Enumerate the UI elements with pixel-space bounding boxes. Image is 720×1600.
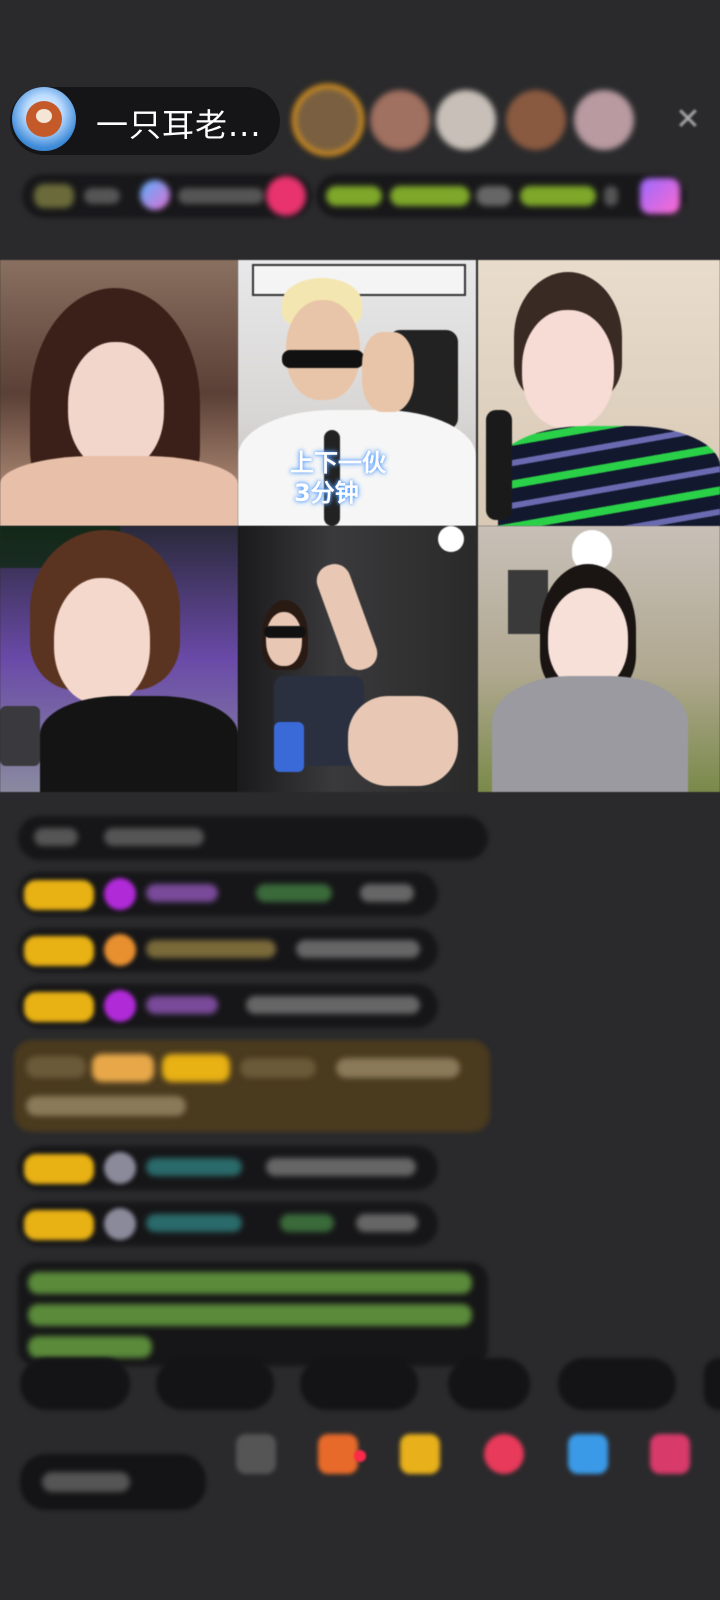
chat-text: [26, 1056, 86, 1078]
chat-username: [146, 1158, 242, 1176]
chat-username: [146, 1214, 242, 1232]
video-cell-5[interactable]: [238, 526, 476, 792]
chat-text: [356, 1214, 418, 1232]
black-top: [40, 696, 238, 792]
striped-sweater: [498, 426, 720, 526]
viewer-avatar-1[interactable]: [292, 84, 364, 156]
heart-button[interactable]: [266, 176, 306, 216]
subtitle-text: 上下一伙 3分钟: [290, 448, 386, 508]
game-icon[interactable]: [568, 1434, 608, 1474]
viewer-avatar-4[interactable]: [506, 90, 566, 150]
diamond-icon: [104, 990, 136, 1022]
host-name[interactable]: 一只耳老...: [96, 100, 262, 146]
viewer-avatar-2[interactable]: [370, 90, 430, 150]
user-level-badge: [24, 1210, 94, 1240]
chat-username: [146, 996, 218, 1014]
green-tag-2: [390, 186, 470, 206]
heart-gift-icon[interactable]: [484, 1434, 524, 1474]
wall-painting: [252, 264, 466, 296]
user-avatar-icon: [104, 1152, 136, 1184]
green-tag-3: [520, 186, 596, 206]
grey-sweater: [492, 676, 688, 792]
face-shape: [54, 578, 150, 704]
face-shape: [522, 310, 614, 428]
video-cell-6[interactable]: [478, 526, 720, 792]
chat-text: [266, 1158, 416, 1176]
chevron-right-icon: [604, 186, 618, 206]
chat-text: [104, 828, 204, 846]
video-cell-4[interactable]: [0, 526, 238, 792]
ceiling-light: [438, 526, 464, 552]
chat-message-highlight[interactable]: [14, 1040, 490, 1132]
chat-text: [296, 940, 420, 958]
viewer-avatar-5[interactable]: [574, 90, 634, 150]
more-gifts-icon[interactable]: [650, 1434, 690, 1474]
emoji-icon[interactable]: [236, 1434, 276, 1474]
quick-reply-4[interactable]: [448, 1358, 530, 1410]
avatar-bird-image: [26, 101, 62, 137]
rank-text: [178, 188, 264, 204]
sunglasses: [282, 350, 364, 368]
video-cell-1[interactable]: [0, 260, 238, 526]
gift-box-icon[interactable]: [318, 1434, 358, 1474]
face-shape: [68, 342, 164, 470]
host-avatar[interactable]: [12, 87, 76, 151]
sunglasses: [264, 626, 306, 638]
quick-reply-3[interactable]: [300, 1358, 418, 1410]
microphone: [0, 706, 40, 766]
green-tag-1: [326, 186, 382, 206]
face-shape: [266, 612, 302, 666]
diamond-icon: [104, 878, 136, 910]
close-icon[interactable]: ✕: [672, 104, 704, 136]
chat-username: [146, 940, 276, 958]
treasure-icon[interactable]: [400, 1434, 440, 1474]
chat-message[interactable]: [18, 816, 488, 860]
drink-can: [274, 722, 304, 772]
comment-placeholder: [42, 1472, 130, 1492]
chat-username: [146, 884, 218, 902]
grey-tag: [476, 186, 512, 206]
chat-text: [26, 1096, 186, 1116]
face-shape: [548, 588, 628, 690]
rank-icon: [140, 180, 170, 210]
user-level-badge: [24, 992, 94, 1022]
info-text: [84, 188, 120, 204]
chat-text: [280, 1214, 334, 1232]
quick-reply-2[interactable]: [156, 1358, 274, 1410]
fan-badge: [162, 1054, 230, 1082]
subtitle-line-1: 上下一伙: [290, 449, 386, 477]
quick-reply-1[interactable]: [20, 1358, 130, 1410]
chat-text: [246, 996, 420, 1014]
notification-dot: [354, 1450, 366, 1462]
chat-text: [34, 828, 78, 846]
notice-text-line-1: [28, 1272, 472, 1294]
level-badge: [34, 184, 74, 208]
quick-reply-6[interactable]: [704, 1358, 720, 1410]
shoulder-shape: [0, 456, 238, 526]
fan-badge-icon: [104, 934, 136, 966]
subtitle-line-2: 3分钟: [294, 479, 359, 507]
quick-reply-5[interactable]: [558, 1358, 676, 1410]
notice-text-line-2: [28, 1304, 472, 1326]
chat-text: [256, 884, 332, 902]
user-level-badge: [24, 936, 94, 966]
video-cell-3[interactable]: [478, 260, 720, 526]
viewer-avatar-3[interactable]: [436, 90, 496, 150]
user-level-badge: [24, 1154, 94, 1184]
level-badge: [92, 1054, 154, 1082]
legs: [348, 696, 458, 786]
chat-text: [336, 1058, 460, 1078]
user-avatar-icon: [104, 1208, 136, 1240]
notice-text-line-3: [28, 1336, 152, 1358]
chat-username: [240, 1058, 316, 1078]
extra-icon[interactable]: [640, 178, 680, 214]
chat-text: [360, 884, 414, 902]
hand-shape: [362, 332, 414, 412]
microphone: [486, 410, 512, 520]
user-level-badge: [24, 880, 94, 910]
